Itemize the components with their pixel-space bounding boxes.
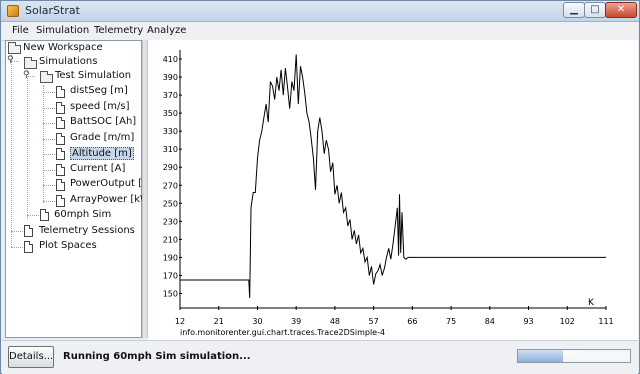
simulation-progress-bar: 40%	[517, 349, 631, 363]
x-tick-label: 12	[175, 317, 185, 326]
y-tick-label: 250	[163, 199, 178, 208]
y-tick-label: 290	[163, 163, 178, 172]
maximize-button[interactable]: □	[584, 2, 606, 18]
tree-guide	[43, 169, 55, 171]
y-tick-label: 350	[163, 109, 178, 118]
altitude-chart: 150 170 190 210 230 250 270 290 310 330 350 370 390 4…	[163, 50, 614, 337]
document-icon	[24, 241, 33, 253]
status-bar: Details... Running 60mph Sim simulation.…	[2, 340, 638, 374]
tree-guide	[27, 71, 28, 219]
tree-guide	[43, 138, 55, 140]
minimize-button[interactable]: ▁	[563, 2, 585, 18]
y-tick-label: 270	[163, 181, 178, 190]
y-tick-label: 330	[163, 127, 178, 136]
menu-analyze[interactable]: Analyze	[147, 25, 186, 36]
details-button[interactable]: Details...	[8, 346, 54, 368]
x-tick-label: 66	[407, 317, 417, 326]
document-icon	[24, 225, 33, 237]
tree-node-plot-spaces[interactable]: Plot Spaces	[39, 240, 97, 251]
expand-toggle-icon[interactable]: ⚲	[23, 70, 30, 80]
y-tick-label: 150	[163, 289, 178, 298]
close-button[interactable]: ✕	[605, 2, 637, 18]
menu-file[interactable]: File	[12, 25, 29, 36]
tree-guide	[27, 215, 39, 216]
expand-toggle-icon[interactable]: ⚲	[7, 55, 14, 65]
tree-node-trace[interactable]: Grade [m/m]	[70, 132, 134, 143]
title-bar[interactable]: SolarStrat ▁ □ ✕	[1, 1, 639, 22]
y-tick-label: 170	[163, 271, 178, 280]
chart-panel: 150 170 190 210 230 250 270 290 310 330 350 370 390 4…	[148, 40, 638, 340]
y-tick-label: 230	[163, 217, 178, 226]
x-axis-unit-label: K	[588, 298, 595, 308]
x-tick-label: 93	[523, 317, 533, 326]
x-tick-label: 75	[446, 317, 456, 326]
x-tick-label: 102	[560, 317, 575, 326]
y-tick-label: 390	[163, 73, 178, 82]
simulations-folder-icon	[24, 57, 37, 69]
workspace-tree[interactable]: New Workspace ⚲ Simulations ⚲ Test Simul…	[5, 40, 156, 338]
tree-guide	[43, 154, 55, 155]
tree-node-workspace[interactable]: New Workspace	[23, 42, 103, 53]
tree-node-trace[interactable]: distSeg [m]	[70, 85, 128, 96]
document-icon	[56, 163, 65, 176]
document-icon	[56, 117, 65, 129]
y-tick-label: 190	[163, 253, 178, 262]
document-icon	[40, 209, 49, 221]
tree-node-telemetry-sessions[interactable]: Telemetry Sessions	[39, 225, 135, 236]
tree-node-trace[interactable]: Altitude [m]	[70, 147, 134, 160]
tree-node-trace[interactable]: Current [A]	[70, 163, 125, 174]
x-tick-label: 21	[214, 317, 224, 326]
tree-node-simulations[interactable]: Simulations	[39, 56, 97, 67]
tree-guide	[43, 107, 55, 109]
app-window: SolarStrat ▁ □ ✕ File Simulation Telemet…	[0, 0, 640, 374]
workspace-folder-icon	[8, 42, 21, 54]
x-tick-label: 57	[369, 317, 379, 326]
app-icon	[7, 5, 19, 17]
progress-label: 40%	[563, 351, 584, 361]
x-tick-label: 48	[330, 317, 340, 326]
y-tick-label: 370	[163, 91, 178, 100]
x-tick-label: 111	[598, 317, 613, 326]
tree-guide	[11, 55, 12, 247]
x-tick-label: 39	[291, 317, 301, 326]
tree-guide	[11, 247, 23, 248]
tree-node-60mph-sim[interactable]: 60mph Sim	[54, 209, 111, 220]
x-tick-label: 30	[252, 317, 262, 326]
test-simulation-folder-icon	[40, 71, 53, 83]
tree-node-trace[interactable]: BattSOC [Ah]	[70, 116, 136, 127]
tree-node-trace[interactable]: speed [m/s]	[70, 101, 130, 112]
trace-name-label: info.monitorenter.gui.chart.traces.Trace…	[180, 328, 385, 337]
tree-guide	[11, 231, 23, 232]
y-tick-label: 210	[163, 235, 178, 244]
document-icon	[56, 86, 65, 98]
menu-telemetry[interactable]: Telemetry	[94, 25, 143, 36]
document-icon	[56, 194, 65, 207]
y-tick-label: 310	[163, 145, 178, 154]
y-tick-label: 410	[163, 55, 178, 64]
menu-bar: File Simulation Telemetry Analyze	[2, 22, 638, 41]
document-icon	[56, 132, 65, 145]
tree-guide	[43, 123, 55, 124]
status-message: Running 60mph Sim simulation...	[63, 351, 251, 362]
window-title: SolarStrat	[25, 4, 80, 17]
document-icon	[56, 148, 65, 160]
menu-simulation[interactable]: Simulation	[36, 25, 89, 36]
tree-guide	[43, 185, 55, 186]
tree-node-test-simulation[interactable]: Test Simulation	[55, 70, 131, 81]
document-icon	[56, 179, 65, 191]
tree-guide	[43, 200, 55, 202]
x-tick-label: 84	[485, 317, 495, 326]
document-icon	[56, 101, 65, 114]
altitude-trace	[180, 54, 606, 299]
tree-guide	[43, 92, 55, 93]
